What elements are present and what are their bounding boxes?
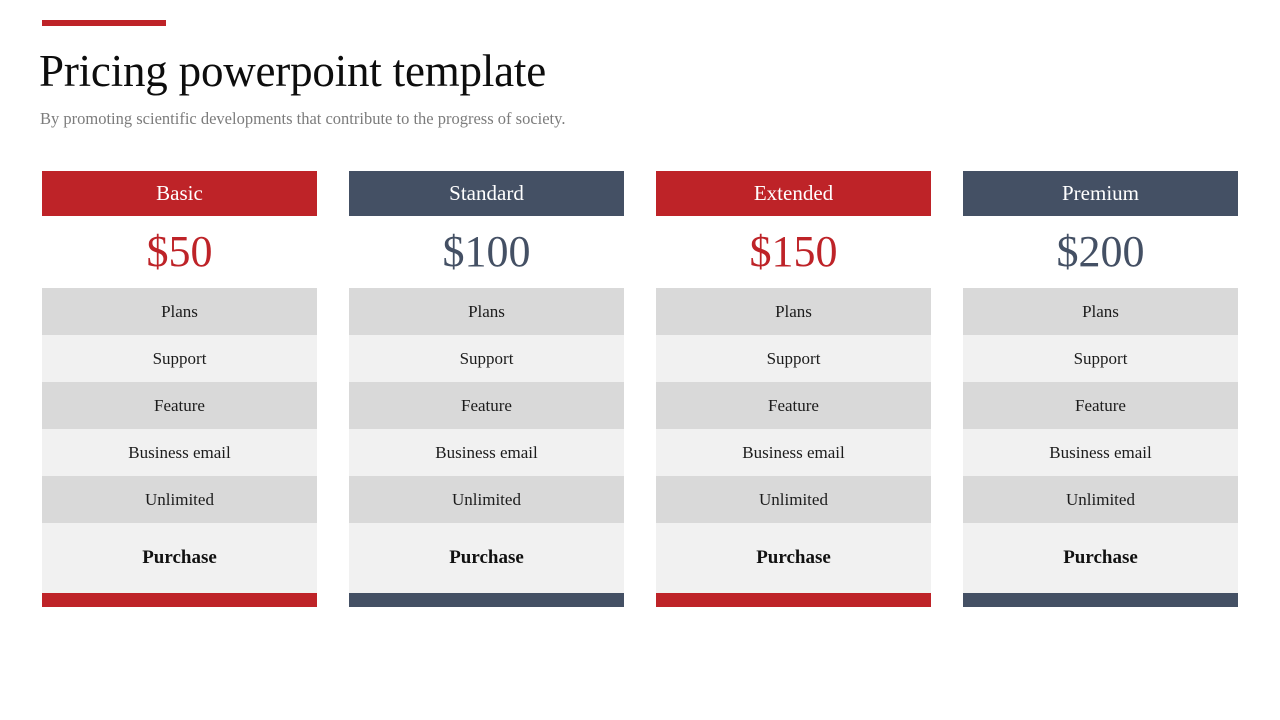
plan-price: $100 (349, 216, 624, 288)
plan-feature-item: Unlimited (349, 476, 624, 523)
plan-feature-item: Unlimited (656, 476, 931, 523)
plan-feature-label: Business email (1049, 442, 1152, 462)
plan-feature-item: Support (349, 335, 624, 382)
plan-feature-item: Business email (656, 429, 931, 476)
plan-name: Premium (1062, 181, 1139, 205)
plan-feature-label: Unlimited (452, 489, 521, 509)
plan-header: Premium (963, 171, 1238, 216)
plan-header: Standard (349, 171, 624, 216)
plan-header: Basic (42, 171, 317, 216)
plan-feature-item: Unlimited (963, 476, 1238, 523)
plan-feature-item: Plans (42, 288, 317, 335)
plan-feature-label: Unlimited (759, 489, 828, 509)
plan-feature-label: Business email (128, 442, 231, 462)
plan-feature-item: Plans (963, 288, 1238, 335)
plan-footer-bar (42, 593, 317, 607)
plan-feature-list: Plans Support Feature Business email Unl… (963, 288, 1238, 523)
plan-feature-label: Plans (468, 301, 505, 321)
plan-feature-label: Feature (1075, 395, 1126, 415)
title-accent-bar (42, 20, 166, 26)
plan-price: $50 (42, 216, 317, 288)
plan-feature-label: Plans (1082, 301, 1119, 321)
plan-feature-label: Plans (775, 301, 812, 321)
purchase-button[interactable]: Purchase (349, 523, 624, 593)
plan-feature-item: Business email (42, 429, 317, 476)
plan-feature-item: Plans (656, 288, 931, 335)
plan-feature-label: Support (1073, 348, 1128, 368)
plan-feature-label: Support (152, 348, 207, 368)
plan-price: $200 (963, 216, 1238, 288)
plan-feature-item: Support (963, 335, 1238, 382)
plan-price: $150 (656, 216, 931, 288)
pricing-plan-card: Premium $200 Plans Support Feature Busin… (963, 171, 1238, 607)
plan-feature-item: Feature (42, 382, 317, 429)
purchase-button-label: Purchase (756, 547, 831, 568)
pricing-plan-card: Extended $150 Plans Support Feature Busi… (656, 171, 931, 607)
purchase-button[interactable]: Purchase (656, 523, 931, 593)
plan-feature-item: Support (656, 335, 931, 382)
plan-footer-bar (349, 593, 624, 607)
plan-footer-bar (963, 593, 1238, 607)
plan-feature-item: Plans (349, 288, 624, 335)
plan-feature-item: Feature (963, 382, 1238, 429)
plan-feature-label: Unlimited (1066, 489, 1135, 509)
plan-feature-item: Feature (349, 382, 624, 429)
plan-feature-label: Business email (742, 442, 845, 462)
plan-feature-list: Plans Support Feature Business email Unl… (42, 288, 317, 523)
purchase-button-label: Purchase (449, 547, 524, 568)
purchase-button-label: Purchase (1063, 547, 1138, 568)
pricing-plan-card: Basic $50 Plans Support Feature Business… (42, 171, 317, 607)
page-subtitle: By promoting scientific developments tha… (40, 109, 566, 128)
plan-price-value: $100 (442, 227, 531, 276)
pricing-plans-container: Basic $50 Plans Support Feature Business… (42, 171, 1238, 607)
purchase-button[interactable]: Purchase (963, 523, 1238, 593)
plan-feature-item: Support (42, 335, 317, 382)
plan-feature-label: Unlimited (145, 489, 214, 509)
purchase-button[interactable]: Purchase (42, 523, 317, 593)
purchase-button-label: Purchase (142, 547, 217, 568)
plan-feature-item: Unlimited (42, 476, 317, 523)
plan-header: Extended (656, 171, 931, 216)
plan-feature-label: Feature (461, 395, 512, 415)
plan-feature-label: Support (459, 348, 514, 368)
plan-footer-bar (656, 593, 931, 607)
plan-feature-list: Plans Support Feature Business email Unl… (349, 288, 624, 523)
plan-feature-label: Feature (768, 395, 819, 415)
plan-price-value: $200 (1056, 227, 1145, 276)
plan-name: Extended (753, 181, 834, 205)
plan-feature-label: Business email (435, 442, 538, 462)
plan-price-value: $150 (749, 227, 838, 276)
plan-feature-label: Support (766, 348, 821, 368)
plan-feature-label: Feature (154, 395, 205, 415)
plan-feature-list: Plans Support Feature Business email Unl… (656, 288, 931, 523)
plan-name: Basic (156, 181, 203, 205)
pricing-slide: Pricing powerpoint template By promoting… (0, 0, 1280, 720)
plan-name: Standard (449, 181, 524, 205)
pricing-plan-card: Standard $100 Plans Support Feature Busi… (349, 171, 624, 607)
plan-price-value: $50 (146, 227, 213, 276)
page-title: Pricing powerpoint template (39, 46, 546, 96)
plan-feature-item: Feature (656, 382, 931, 429)
plan-feature-item: Business email (349, 429, 624, 476)
plan-feature-item: Business email (963, 429, 1238, 476)
plan-feature-label: Plans (161, 301, 198, 321)
